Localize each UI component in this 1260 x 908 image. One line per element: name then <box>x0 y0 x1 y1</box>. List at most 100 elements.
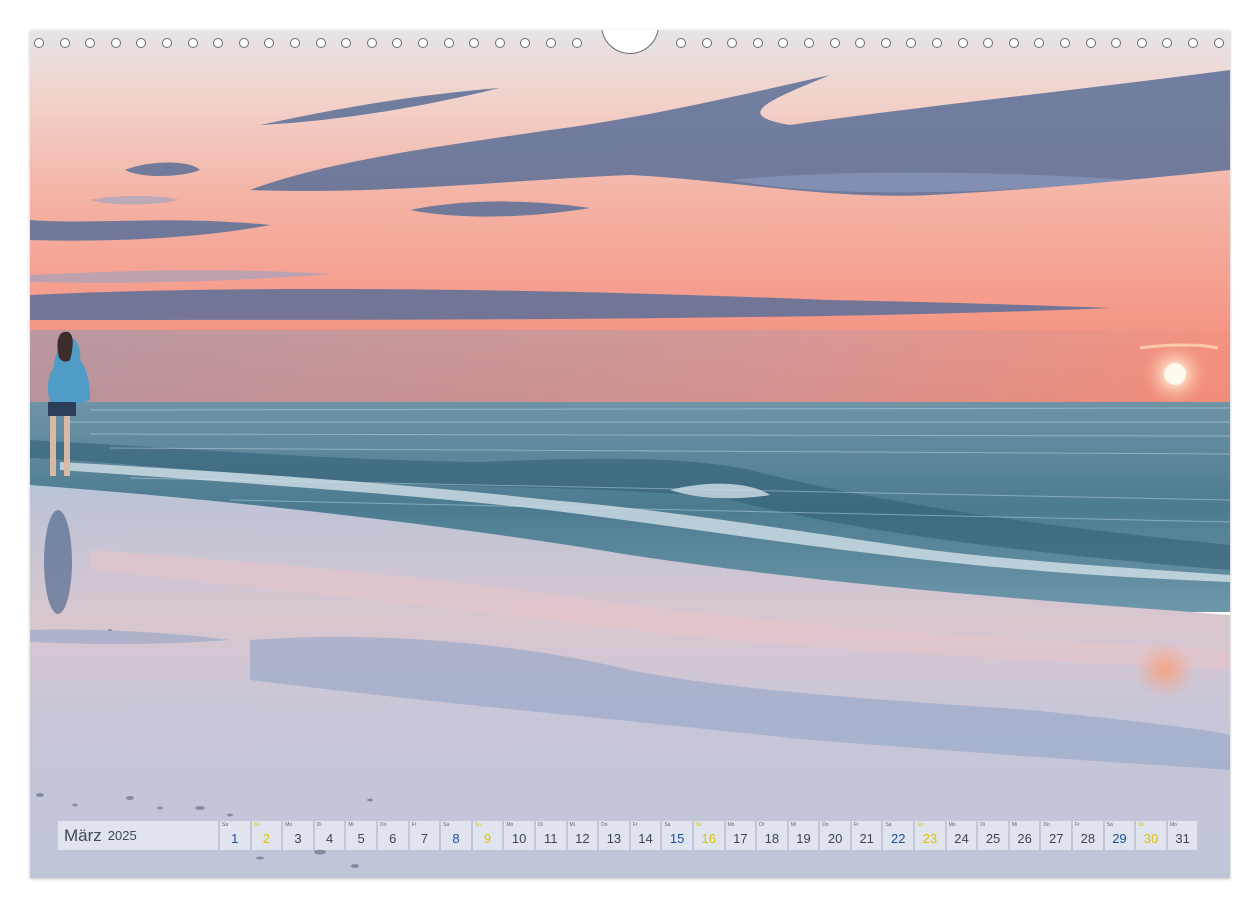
binding-hole <box>315 38 326 48</box>
day-cell: Fr 21 <box>851 821 882 850</box>
weekday-label: Do <box>379 822 387 828</box>
weekday-label: Mi <box>569 822 575 828</box>
day-cell: So 16 <box>693 821 724 850</box>
binding-hole <box>1060 38 1070 48</box>
day-cell: So 30 <box>1136 821 1166 850</box>
weekday-label: Mo <box>285 822 293 828</box>
weekday-label: Fr <box>1075 822 1080 828</box>
binding-hole <box>213 38 224 48</box>
day-cell: Do 6 <box>377 821 408 850</box>
weekday-label: Di <box>980 822 985 828</box>
binding-hole <box>1085 38 1096 48</box>
day-number: 18 <box>764 831 780 846</box>
binding-hole <box>162 38 172 48</box>
calendar-strip: März 2025 Sa 1 So 2 Mo 3 Di 4 Mi 5 Do 6 Fr 7 Sa 8 So 9 Mo 1… <box>58 821 1202 850</box>
day-cell: Di 18 <box>757 821 787 850</box>
weekday-label: Di <box>759 822 764 828</box>
day-number: 26 <box>1017 831 1032 846</box>
day-cell: Mo 24 <box>946 821 977 850</box>
weekday-label: Mo <box>948 822 956 828</box>
weekday-label: Mi <box>1011 822 1018 828</box>
weekday-label: So <box>917 822 924 828</box>
weekday-label: Do <box>822 822 829 828</box>
day-cell: Di 25 <box>978 821 1008 850</box>
weekday-label: Fr <box>853 822 859 828</box>
binding-hole <box>1136 38 1147 48</box>
day-cell: Do 13 <box>599 821 629 850</box>
calendar-page: März 2025 Sa 1 So 2 Mo 3 Di 4 Mi 5 Do 6 Fr 7 Sa 8 So 9 Mo 1… <box>30 30 1230 878</box>
day-number: 13 <box>606 831 622 846</box>
weekday-label: Fr <box>632 822 638 828</box>
binding-hole <box>418 38 428 48</box>
day-cell: Mo 17 <box>725 821 756 850</box>
day-number: 17 <box>733 831 748 846</box>
day-number: 21 <box>859 831 874 846</box>
day-cell: So 9 <box>472 821 503 850</box>
day-number: 27 <box>1049 831 1064 846</box>
binding-hole <box>1188 38 1198 48</box>
day-cell: Do 27 <box>1041 821 1072 850</box>
weekday-label: Do <box>601 822 608 828</box>
month-label: März 2025 <box>58 821 218 850</box>
day-number: 11 <box>543 831 558 846</box>
binding-hole <box>136 38 147 48</box>
day-number: 7 <box>420 831 428 846</box>
binding-hole <box>701 38 712 48</box>
weekday-label: Di <box>316 822 322 828</box>
weekday-label: So <box>474 822 481 828</box>
day-number: 3 <box>294 831 302 846</box>
day-cell: Fr 14 <box>630 821 661 850</box>
binding-hole <box>290 38 300 48</box>
binding-hole <box>85 38 96 48</box>
weekday-label: Sa <box>885 822 892 828</box>
binding-hole <box>829 38 840 48</box>
binding-hole <box>676 38 686 48</box>
day-number: 25 <box>985 831 1001 846</box>
day-number: 2 <box>262 831 270 846</box>
day-cell: Sa 8 <box>441 821 471 850</box>
binding-hole <box>1111 38 1122 48</box>
day-number: 23 <box>922 831 938 846</box>
day-cell: Di 4 <box>314 821 345 850</box>
month-name: März <box>64 825 102 845</box>
binding-hole <box>59 38 70 48</box>
day-cell: Mi 19 <box>788 821 819 850</box>
year: 2025 <box>107 828 137 843</box>
weekday-label: Di <box>537 822 543 828</box>
weekday-label: Sa <box>664 822 671 828</box>
day-cell: So 2 <box>251 821 282 850</box>
day-cell: Do 20 <box>820 821 850 850</box>
binding-hole <box>341 38 352 48</box>
weekday-label: Mo <box>727 822 735 828</box>
day-cell: Mo 3 <box>283 821 313 850</box>
day-number: 31 <box>1175 831 1190 846</box>
binding-hole <box>571 38 582 48</box>
binding-hole <box>469 38 480 48</box>
binding-hole <box>804 38 814 48</box>
day-number: 1 <box>231 831 239 846</box>
day-number: 24 <box>954 831 969 846</box>
binding-hole <box>983 38 994 48</box>
binding-hole <box>443 38 454 48</box>
binding-hole <box>1162 38 1173 48</box>
day-cell: Mo 10 <box>504 821 534 850</box>
weekday-label: So <box>253 822 260 828</box>
day-cell: So 23 <box>915 821 945 850</box>
day-cell: Mi 5 <box>346 821 376 850</box>
day-cell: Sa 15 <box>662 821 692 850</box>
binding-hole <box>187 38 198 48</box>
binding-hole <box>238 38 249 48</box>
weekday-label: Sa <box>443 822 450 828</box>
binding-hole <box>932 38 942 48</box>
binding-hole <box>494 38 505 48</box>
day-number: 20 <box>827 831 843 846</box>
day-cell: Mo 31 <box>1167 821 1198 850</box>
day-number: 4 <box>325 831 334 846</box>
day-cell: Sa 29 <box>1104 821 1135 850</box>
weekday-label: Mi <box>790 822 796 828</box>
binding-hole <box>1034 38 1045 48</box>
binding-hole <box>366 38 377 48</box>
day-cell: Mi 26 <box>1009 821 1040 850</box>
binding-hole <box>752 38 763 48</box>
weekday-label: Fr <box>411 822 417 828</box>
